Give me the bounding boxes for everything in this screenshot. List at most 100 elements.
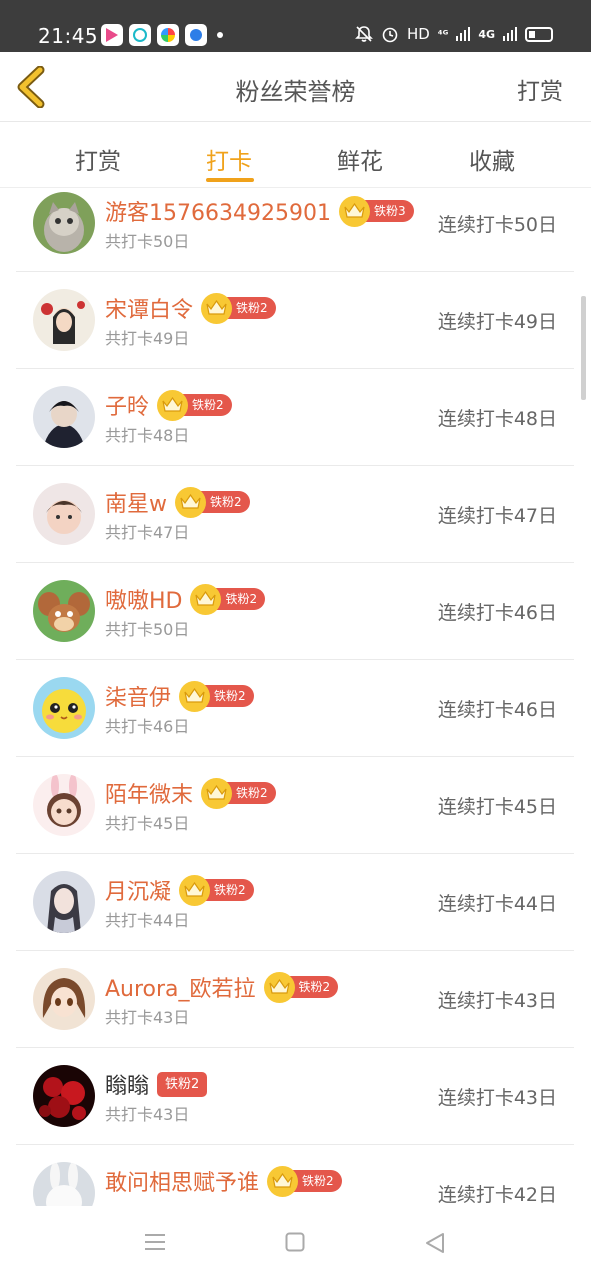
user-name: 敢问相思赋予谁 bbox=[105, 1171, 260, 1196]
fan-level-badge: 铁粉2 bbox=[179, 874, 254, 906]
total-checkin: 共打卡49日 bbox=[105, 329, 190, 348]
back-nav-button[interactable] bbox=[425, 1232, 445, 1258]
avatar[interactable] bbox=[33, 1065, 95, 1127]
fan-level-badge: 铁粉2 bbox=[175, 486, 250, 518]
page-title: 粉丝荣誉榜 bbox=[235, 78, 356, 106]
avatar[interactable] bbox=[33, 386, 95, 448]
system-icons: HD ⁴ᴳ 4G bbox=[355, 25, 553, 43]
signal-bars-2-icon bbox=[503, 27, 517, 41]
crown-icon bbox=[263, 971, 295, 1003]
fan-ranking-list[interactable]: 游客1576634925901 铁粉3 共打卡50日 连续打卡50日 宋谭白令 … bbox=[0, 188, 591, 1206]
app-header: 粉丝荣誉榜 打赏 bbox=[0, 52, 591, 122]
user-name: 南星w bbox=[105, 492, 167, 517]
crown-icon bbox=[201, 777, 233, 809]
crown-icon bbox=[190, 583, 222, 615]
home-button[interactable] bbox=[285, 1232, 305, 1256]
fan-level-badge: 铁粉2 bbox=[263, 971, 339, 1003]
streak-checkin: 连续打卡48日 bbox=[437, 408, 557, 430]
list-item[interactable]: 柒音伊 铁粉2 共打卡46日 连续打卡46日 bbox=[16, 660, 574, 757]
avatar[interactable] bbox=[33, 1162, 95, 1206]
avatar[interactable] bbox=[33, 483, 95, 545]
list-item[interactable]: 游客1576634925901 铁粉3 共打卡50日 连续打卡50日 bbox=[16, 188, 574, 272]
streak-checkin: 连续打卡45日 bbox=[437, 796, 557, 818]
crown-icon bbox=[179, 680, 211, 712]
streak-checkin: 连续打卡46日 bbox=[437, 602, 557, 624]
list-item[interactable]: 瞈瞈 铁粉2 共打卡43日 连续打卡43日 bbox=[16, 1048, 574, 1145]
list-item[interactable]: 南星w 铁粉2 共打卡47日 连续打卡47日 bbox=[16, 466, 574, 563]
menu-button[interactable] bbox=[144, 1232, 166, 1256]
mute-icon bbox=[355, 26, 373, 42]
menu-icon bbox=[145, 1234, 165, 1250]
crown-icon bbox=[338, 195, 370, 227]
status-time: 21:45 bbox=[38, 24, 99, 48]
fan-level-badge: 铁粉2 bbox=[179, 680, 254, 712]
tab-bar: 打赏 打卡 鲜花 收藏 bbox=[0, 122, 591, 188]
list-item[interactable]: 子昤 铁粉2 共打卡48日 连续打卡48日 bbox=[16, 369, 574, 466]
total-checkin: 共打卡50日 bbox=[105, 232, 190, 251]
avatar[interactable] bbox=[33, 871, 95, 933]
user-name: 月沉凝 bbox=[105, 880, 172, 905]
battery-icon bbox=[525, 26, 553, 42]
user-name: 柒音伊 bbox=[105, 686, 172, 711]
crown-icon bbox=[157, 389, 189, 421]
fan-level-badge: 铁粉2 bbox=[190, 583, 266, 615]
app-icon-3 bbox=[157, 24, 179, 46]
app-icon-2 bbox=[129, 24, 151, 46]
list-item[interactable]: Aurora_欧若拉 铁粉2 共打卡43日 连续打卡43日 bbox=[16, 951, 574, 1048]
app-icon-4 bbox=[185, 24, 207, 46]
avatar[interactable] bbox=[33, 968, 95, 1030]
home-icon bbox=[285, 1232, 305, 1252]
avatar[interactable] bbox=[33, 580, 95, 642]
tab-favorites[interactable]: 收藏 bbox=[469, 142, 515, 176]
signal-2: 4G bbox=[478, 27, 495, 41]
list-item[interactable]: 嗷嗷HD 铁粉2 共打卡50日 连续打卡46日 bbox=[16, 563, 574, 660]
fan-level-badge: 铁粉2 bbox=[157, 389, 232, 421]
signal-1: ⁴ᴳ bbox=[437, 27, 449, 41]
total-checkin: 共打卡44日 bbox=[105, 911, 190, 930]
tab-reward[interactable]: 打赏 bbox=[75, 142, 121, 176]
fan-level-label: 铁粉2 bbox=[157, 1071, 208, 1097]
total-checkin: 共打卡45日 bbox=[105, 814, 190, 833]
streak-checkin: 连续打卡44日 bbox=[437, 893, 557, 915]
list-item[interactable]: 月沉凝 铁粉2 共打卡44日 连续打卡44日 bbox=[16, 854, 574, 951]
list-item[interactable]: 陌年微末 铁粉2 共打卡45日 连续打卡45日 bbox=[16, 757, 574, 854]
system-nav-bar bbox=[0, 1206, 591, 1280]
crown-icon bbox=[175, 486, 206, 518]
active-tab-indicator bbox=[206, 178, 254, 182]
list-item[interactable]: 敢问相思赋予谁 铁粉2 连续打卡42日 bbox=[16, 1145, 574, 1206]
reward-button[interactable]: 打赏 bbox=[517, 72, 563, 106]
tab-flowers[interactable]: 鲜花 bbox=[337, 142, 383, 176]
crown-icon bbox=[267, 1165, 299, 1197]
total-checkin: 共打卡46日 bbox=[105, 717, 190, 736]
avatar[interactable] bbox=[33, 289, 95, 351]
total-checkin: 共打卡50日 bbox=[105, 620, 190, 639]
user-name: 宋谭白令 bbox=[105, 298, 194, 323]
user-name: 瞈瞈 bbox=[105, 1074, 150, 1099]
hd-indicator: HD bbox=[406, 25, 430, 43]
fan-level-badge: 铁粉2 bbox=[201, 292, 276, 324]
streak-checkin: 连续打卡50日 bbox=[437, 214, 557, 236]
user-name: 子昤 bbox=[105, 395, 150, 420]
crown-icon bbox=[201, 292, 233, 324]
video-app-icon bbox=[101, 24, 123, 46]
streak-checkin: 连续打卡49日 bbox=[437, 311, 557, 333]
streak-checkin: 连续打卡42日 bbox=[437, 1184, 557, 1206]
avatar[interactable] bbox=[33, 192, 95, 254]
avatar[interactable] bbox=[33, 774, 95, 836]
avatar[interactable] bbox=[33, 677, 95, 739]
fan-level-badge: 铁粉2 bbox=[157, 1071, 208, 1097]
fan-level-badge: 铁粉2 bbox=[267, 1165, 342, 1197]
list-scrollbar[interactable] bbox=[581, 296, 586, 400]
tab-checkin[interactable]: 打卡 bbox=[206, 142, 252, 176]
user-name: 嗷嗷HD bbox=[105, 589, 183, 614]
total-checkin: 共打卡47日 bbox=[105, 523, 190, 542]
alarm-icon bbox=[382, 27, 398, 43]
total-checkin: 共打卡43日 bbox=[105, 1105, 190, 1124]
signal-bars-1-icon bbox=[456, 27, 471, 41]
fan-level-badge: 铁粉3 bbox=[338, 195, 414, 227]
total-checkin: 共打卡48日 bbox=[105, 426, 190, 445]
crown-icon bbox=[179, 874, 211, 906]
list-item[interactable]: 宋谭白令 铁粉2 共打卡49日 连续打卡49日 bbox=[16, 272, 574, 369]
streak-checkin: 连续打卡43日 bbox=[437, 990, 557, 1012]
status-bar: 21:45 HD ⁴ᴳ 4G bbox=[0, 0, 591, 52]
